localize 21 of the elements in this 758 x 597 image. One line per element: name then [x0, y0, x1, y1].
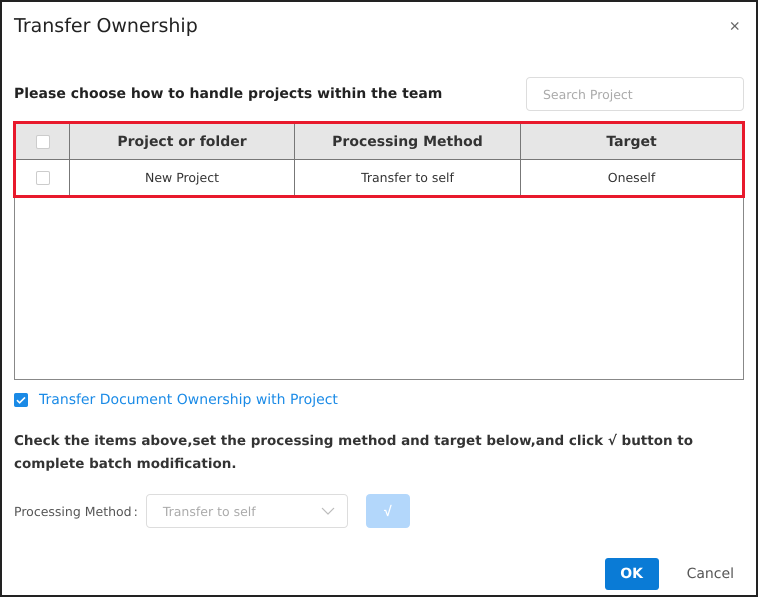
table-cell-text: Oneself — [606, 169, 656, 187]
column-header: Project or folder — [70, 124, 295, 159]
close-button[interactable]: × — [725, 16, 744, 36]
ok-button[interactable]: OK — [604, 558, 659, 590]
checkbox[interactable] — [36, 134, 50, 148]
cancel-button[interactable]: Cancel — [674, 566, 744, 582]
field-label: Processing Method — [14, 504, 132, 518]
label-separator: : — [134, 504, 138, 518]
checkbox[interactable] — [14, 393, 28, 407]
dialog-title: Transfer Ownership — [14, 15, 198, 37]
method-dropdown[interactable]: Transfer to self — [146, 494, 348, 528]
table-cell: New Project — [70, 160, 295, 195]
column-header: Target — [605, 132, 658, 152]
checkbox[interactable] — [36, 170, 50, 184]
section-heading: Please choose how to handle projects within the team — [14, 86, 442, 102]
instruction-text: Check the items above,set the processing method and target below,and click √ button to complete batch modification. — [14, 432, 694, 474]
checkbox-label[interactable]: Transfer Document Ownership with Project — [39, 392, 338, 408]
chevron-down-icon — [320, 507, 335, 515]
search-field[interactable]: Search Project — [526, 77, 744, 111]
table-cell: Transfer to self — [295, 160, 521, 195]
column-header: Processing Method — [295, 124, 521, 159]
